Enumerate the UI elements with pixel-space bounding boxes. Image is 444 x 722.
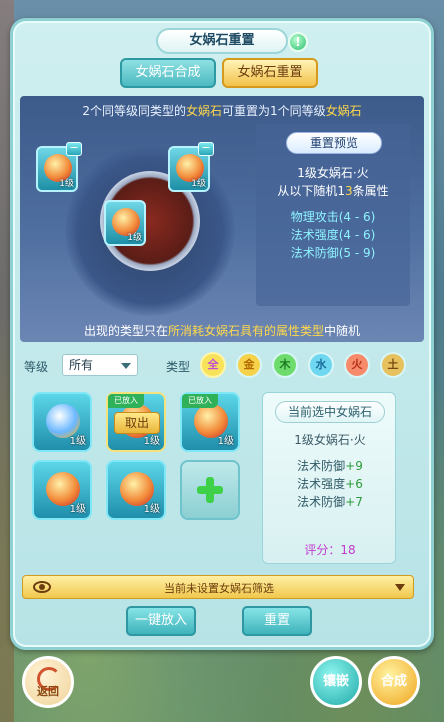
bag-slot[interactable]: 1级 (32, 460, 92, 520)
type-fire-button[interactable]: 火 (344, 352, 370, 378)
random-count: 3 (344, 184, 353, 198)
current-stone-card: 当前选中女娲石 1级女娲石·火 法术防御+9 法术强度+6 法术防御+7 评分：… (262, 392, 396, 564)
plus-icon (197, 477, 223, 503)
preview-stone-name: 1级女娲石·火 (297, 166, 369, 180)
instruction-stone: 女娲石 (185, 104, 222, 118)
preview-random-text: 从以下随机13条属性 (256, 182, 410, 199)
notice-text: 当前未设置女娲石筛选 (164, 582, 274, 595)
reset-stage: 2个同等级同类型的女娲石可重置为1个同等级女娲石 1级 − 1级 − 1级 重置… (20, 96, 424, 342)
random-prefix: 从以下随机1 (277, 184, 345, 198)
remove-button[interactable]: − (198, 142, 214, 156)
tab-reset[interactable]: 女娲石重置 (222, 58, 318, 88)
bag-slot[interactable]: 1级 (32, 392, 92, 452)
reset-preview: 重置预览 1级女娲石·火 从以下随机13条属性 物理攻击(4 - 6) 法术强度… (256, 124, 410, 306)
put-all-button[interactable]: 一键放入 (126, 606, 196, 636)
filter-notice-bar[interactable]: 当前未设置女娲石筛选 (22, 575, 414, 599)
input-slot-right[interactable]: 1级 − (168, 142, 214, 192)
level-select-value: 所有 (69, 358, 94, 372)
attr-value: +9 (345, 459, 363, 473)
placed-badge: 已放入 (108, 394, 144, 408)
add-slot-button[interactable] (180, 460, 240, 520)
help-icon[interactable]: ! (288, 32, 308, 52)
current-attr: 法术强度+6 (263, 475, 397, 492)
instruction-middle: 可重置为1个同等级 (222, 104, 326, 118)
take-out-button[interactable]: 取出 (114, 412, 160, 434)
bag-slot[interactable]: 已放入 取出 1级 (106, 392, 166, 452)
current-stone-name: 1级女娲石·火 (294, 433, 366, 447)
attr-name: 法术强度 (297, 477, 346, 491)
type-wood-button[interactable]: 木 (272, 352, 298, 378)
random-suffix: 条属性 (352, 184, 389, 198)
bag-slot-level: 1级 (217, 436, 234, 447)
remove-button[interactable]: − (66, 142, 82, 156)
type-earth-button[interactable]: 土 (380, 352, 406, 378)
preview-title: 重置预览 (286, 132, 382, 154)
preview-attr: 法术防御(5 - 9) (290, 246, 376, 260)
type-all-button[interactable]: 全 (200, 352, 226, 378)
stage-footer: 出现的类型只在所消耗女娲石具有的属性类型中随机 (20, 322, 424, 339)
current-title: 当前选中女娲石 (275, 401, 385, 423)
attr-name: 法术防御 (297, 495, 346, 509)
stage-instruction: 2个同等级同类型的女娲石可重置为1个同等级女娲石 (20, 102, 424, 119)
output-slot: 1级 (104, 200, 146, 246)
footer-suffix: 中随机 (324, 324, 361, 338)
footer-highlight: 所消耗女娲石具有的属性类型 (167, 324, 324, 338)
bag-slot-level: 1级 (143, 504, 160, 515)
instruction-suffix: 女娲石 (325, 104, 362, 118)
slot-level: 1级 (59, 179, 74, 189)
stone-bag: 1级 已放入 取出 1级 已放入 1级 1级 1级 当前选中女娲石 1级女娲石·… (20, 388, 424, 568)
combine-button[interactable]: 合成 (368, 656, 420, 708)
bag-slot[interactable]: 已放入 1级 (180, 392, 240, 452)
input-slot-left[interactable]: 1级 − (36, 142, 82, 192)
chevron-down-icon (121, 363, 131, 369)
back-button[interactable]: 返回 (22, 656, 74, 708)
reset-button[interactable]: 重置 (242, 606, 312, 636)
type-metal-button[interactable]: 金 (236, 352, 262, 378)
footer-prefix: 出现的类型只在 (83, 324, 168, 338)
level-label: 等级 (24, 360, 49, 374)
bag-slot-level: 1级 (69, 504, 86, 515)
type-label: 类型 (166, 360, 191, 374)
type-water-button[interactable]: 水 (308, 352, 334, 378)
preview-attr: 法术强度(4 - 6) (290, 228, 376, 242)
attr-name: 法术防御 (297, 459, 346, 473)
level-select[interactable]: 所有 (62, 354, 138, 376)
filter-row: 等级 所有 类型 全 金 木 水 火 土 (20, 352, 424, 380)
score-label: 评分：18 (304, 543, 356, 557)
attr-value: +6 (345, 477, 363, 491)
preview-attr: 物理攻击(4 - 6) (290, 210, 376, 224)
slot-level: 1级 (191, 179, 206, 189)
placed-badge: 已放入 (182, 394, 218, 408)
back-label: 返回 (37, 685, 59, 698)
bag-slot-level: 1级 (143, 436, 160, 447)
window-title: 女娲石重置 (156, 28, 288, 54)
attr-value: +7 (345, 495, 363, 509)
current-attr: 法术防御+7 (263, 493, 397, 510)
bag-slot[interactable]: 1级 (106, 460, 166, 520)
slot-level: 1级 (127, 233, 142, 243)
chevron-down-icon (395, 584, 405, 591)
inlay-button[interactable]: 镶嵌 (310, 656, 362, 708)
current-attr: 法术防御+9 (263, 457, 397, 474)
tab-combine[interactable]: 女娲石合成 (120, 58, 216, 88)
bag-slot-level: 1级 (69, 436, 86, 447)
instruction-prefix: 2个同等级同类型的 (82, 104, 186, 118)
